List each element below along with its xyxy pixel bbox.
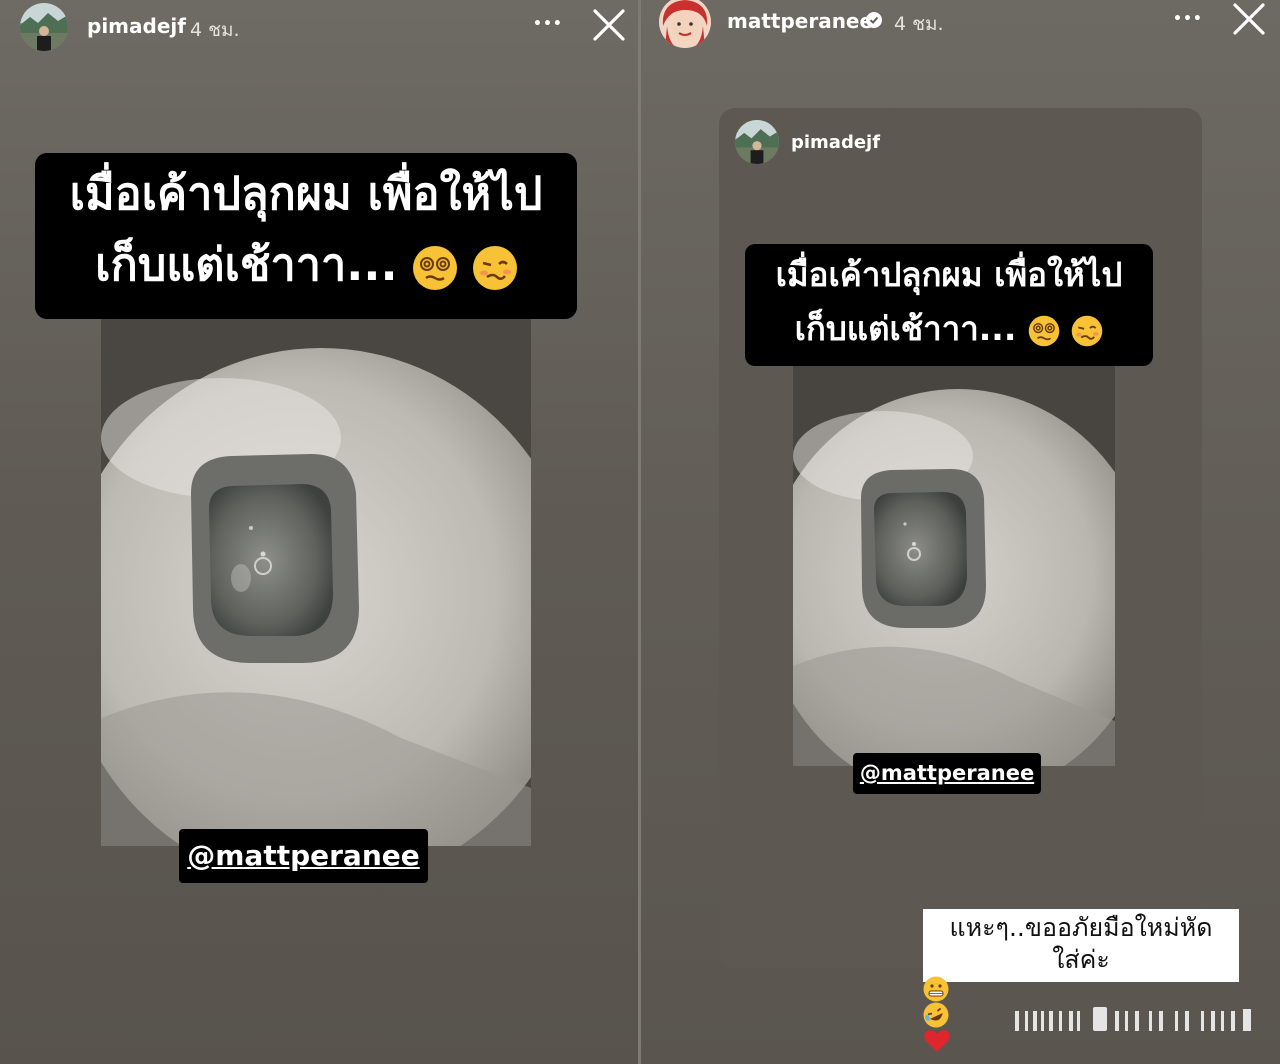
verified-badge-icon <box>866 12 882 28</box>
avatar[interactable] <box>735 120 779 164</box>
story-photo <box>101 318 531 846</box>
story-timestamp: 4 ชม. <box>190 19 240 41</box>
story-timestamp: 4 ชม. <box>894 13 944 35</box>
story-panel-right[interactable]: mattperanee 4 ชม. ••• pimadejf เมื่อเค้า… <box>641 0 1280 1064</box>
avatar[interactable] <box>659 0 711 48</box>
reshared-story-card[interactable]: pimadejf เมื่อเค้าปลุกผม เพื่อให้ไป เก็บ… <box>719 108 1202 968</box>
grimacing-face-emoji <box>923 976 949 1002</box>
reshared-username[interactable]: pimadejf <box>791 132 880 153</box>
story-caption: เมื่อเค้าปลุกผม เพื่อให้ไป เก็บแต่เช้าาา… <box>35 153 577 319</box>
close-icon[interactable] <box>1232 2 1266 36</box>
story-username[interactable]: mattperanee <box>727 9 873 33</box>
more-options-icon[interactable]: ••• <box>533 14 563 34</box>
avatar[interactable] <box>20 3 68 51</box>
story-header: mattperanee 4 ชม. ••• <box>641 0 1280 54</box>
dizzy-face-emoji <box>413 246 458 290</box>
rolling-laughing-face-emoji <box>923 1002 949 1028</box>
mention-sticker[interactable]: @mattperanee <box>179 829 428 883</box>
story-caption: เมื่อเค้าปลุกผม เพื่อให้ไป เก็บแต่เช้าาา… <box>745 244 1153 366</box>
close-icon[interactable] <box>592 8 626 42</box>
watermark-barcode <box>1015 1007 1251 1031</box>
toilet-bowl-image <box>101 318 531 846</box>
story-username[interactable]: pimadejf <box>87 14 186 38</box>
story-photo <box>793 366 1115 766</box>
more-options-icon[interactable]: ••• <box>1173 9 1203 29</box>
story-header: pimadejf 4 ชม. ••• <box>0 0 638 54</box>
mention-sticker[interactable]: @mattperanee <box>853 753 1041 794</box>
red-heart-emoji <box>923 1028 951 1054</box>
toilet-bowl-image <box>793 366 1115 766</box>
story-text-comment: แหะๆ..ขออภัยมือใหม่หัด ใส่ค่ะ <box>923 909 1239 1052</box>
dizzy-face-emoji <box>1028 315 1060 347</box>
woozy-face-emoji <box>1071 315 1103 347</box>
woozy-face-emoji <box>472 246 517 290</box>
story-panel-left[interactable]: pimadejf 4 ชม. ••• เมื่อเค้าปลุกผม เพื่อ… <box>0 0 638 1064</box>
